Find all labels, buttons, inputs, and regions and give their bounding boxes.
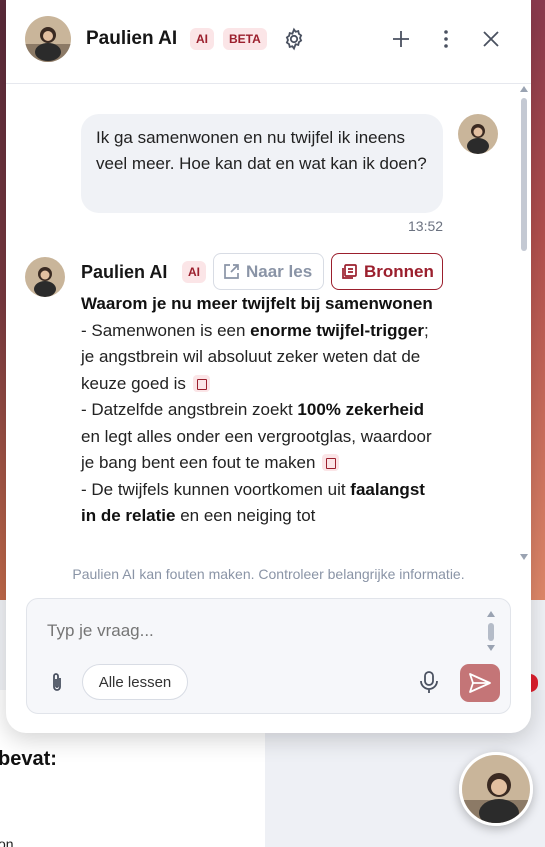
paperclip-icon[interactable] [45, 671, 69, 695]
plus-icon[interactable] [388, 26, 414, 52]
send-button[interactable] [460, 664, 500, 702]
scroll-thumb[interactable] [521, 98, 527, 251]
disclaimer-text: Paulien AI kan fouten maken. Controleer … [72, 566, 465, 582]
answer-text: - De twijfels kunnen voortkomen uit [81, 479, 351, 499]
close-icon[interactable] [478, 26, 504, 52]
answer-emphasis: 100% zekerheid [297, 400, 425, 419]
message-scrollbar[interactable] [519, 86, 529, 562]
citation-icon[interactable] [322, 454, 340, 471]
citation-icon[interactable] [192, 374, 210, 392]
assistant-message-avatar [25, 257, 65, 297]
question-input[interactable] [47, 621, 467, 641]
answer-text: - Datzelfde angstbrein zoekt [81, 400, 298, 419]
user-avatar [458, 114, 498, 154]
assistant-name: Paulien AI [86, 28, 178, 49]
composer: Alle lessen [26, 598, 511, 714]
gear-icon[interactable] [281, 26, 307, 52]
chat-header: Paulien AI AI BETA [6, 0, 531, 84]
beta-badge: BETA [223, 28, 267, 50]
answer-heading: Waarom je nu meer twijfelt bij samenwone… [81, 294, 433, 313]
chat-launcher-avatar[interactable] [459, 752, 533, 826]
external-link-icon [224, 264, 239, 279]
sources-icon [342, 264, 357, 279]
bronnen-label: Bronnen [364, 261, 434, 281]
answer-text: en legt alles onder een vergrootglas, wa… [81, 426, 432, 473]
ai-badge: AI [182, 261, 206, 283]
ai-badge: AI [190, 28, 214, 50]
assistant-message-name: Paulien AI [81, 262, 168, 282]
assistant-message-text: Waarom je nu meer twijfelt bij samenwone… [81, 291, 441, 530]
answer-text: en een neiging tot [175, 506, 316, 525]
input-scrollbar[interactable] [485, 611, 497, 651]
send-icon [469, 673, 491, 693]
scroll-down-arrow-icon[interactable] [520, 554, 528, 560]
background-text: on [0, 836, 14, 847]
background-heading: bevat: [0, 748, 57, 770]
assistant-avatar [25, 16, 71, 62]
chat-panel: Paulien AI AI BETA Ik ga samenwonen en n… [6, 0, 531, 733]
message-time: 13:52 [408, 218, 444, 234]
more-vertical-icon[interactable] [433, 26, 459, 52]
answer-emphasis: enorme twijfel-trigger [250, 320, 424, 340]
bronnen-button[interactable]: Bronnen [331, 253, 443, 290]
naar-les-label: Naar les [246, 261, 313, 281]
scroll-up-arrow-icon[interactable] [520, 86, 528, 92]
all-lessons-button[interactable]: Alle lessen [82, 664, 188, 700]
message-list[interactable]: Ik ga samenwonen en nu twijfel ik ineens… [6, 85, 531, 560]
naar-les-button[interactable]: Naar les [213, 253, 324, 290]
microphone-icon[interactable] [418, 670, 440, 694]
answer-text: - Samenwonen is een [81, 320, 251, 340]
user-message: Ik ga samenwonen en nu twijfel ik ineens… [81, 114, 443, 213]
